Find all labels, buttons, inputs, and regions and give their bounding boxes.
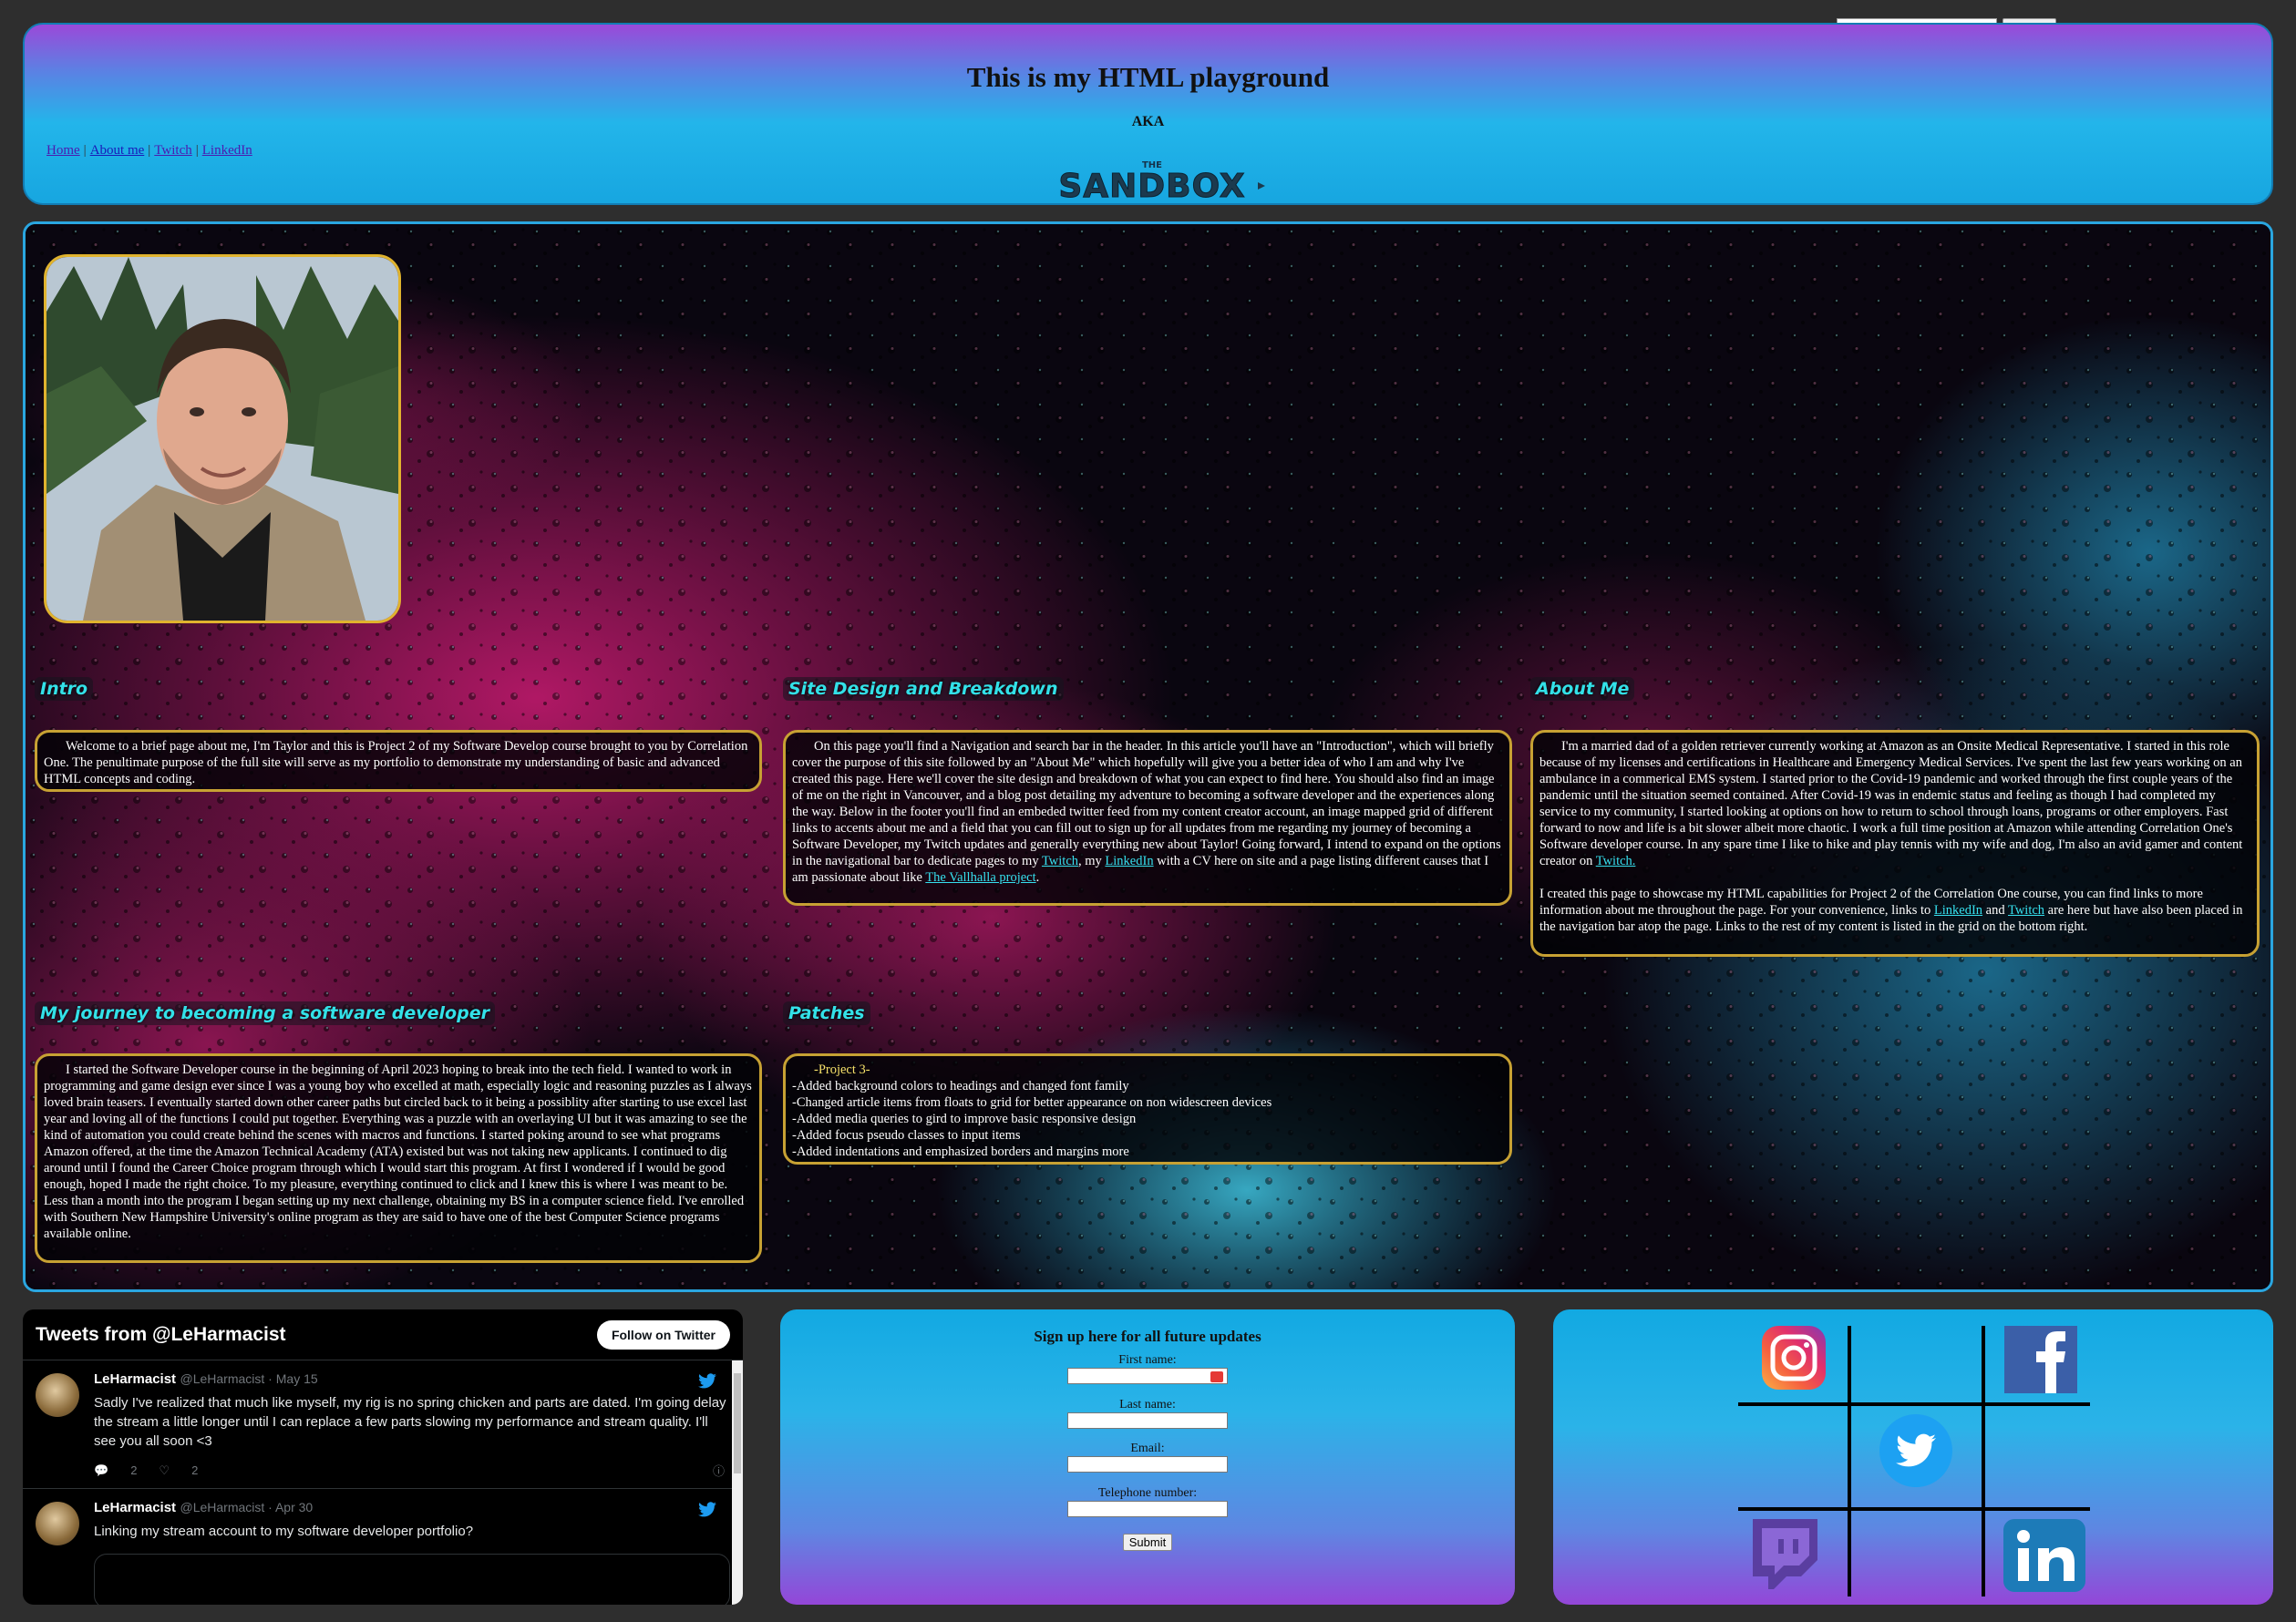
twitter-title: Tweets from @LeHarmacist bbox=[36, 1323, 286, 1345]
tweet-author: LeHarmacist bbox=[94, 1500, 177, 1515]
site-design-text-part: , my bbox=[1078, 854, 1106, 868]
social-grid-image bbox=[1738, 1326, 2090, 1596]
twitch-link[interactable]: Twitch bbox=[1042, 854, 1078, 868]
avatar bbox=[36, 1373, 79, 1417]
patch-item: -Changed article items from floats to gr… bbox=[792, 1095, 1272, 1110]
last-name-field[interactable] bbox=[1067, 1412, 1228, 1429]
first-name-field[interactable] bbox=[1067, 1368, 1228, 1384]
reply-icon[interactable]: 💬 bbox=[94, 1463, 108, 1478]
tweet-actions: 💬 2 ♡ 2 ⓘ bbox=[94, 1462, 730, 1479]
patches-heading: Patches bbox=[783, 1001, 870, 1025]
signup-form: Sign up here for all future updates Firs… bbox=[780, 1309, 1515, 1605]
linkedin-icon[interactable] bbox=[2003, 1519, 2085, 1592]
twitter-header: Tweets from @LeHarmacist Follow on Twitt… bbox=[23, 1309, 743, 1360]
linkedin-link[interactable]: LinkedIn bbox=[1934, 903, 1982, 918]
telephone-field[interactable] bbox=[1067, 1500, 1228, 1517]
about-me-paragraph-1: I'm a married dad of a golden retriever … bbox=[1539, 738, 2250, 869]
about-me-box: I'm a married dad of a golden retriever … bbox=[1530, 730, 2260, 957]
vallhalla-project-link[interactable]: The Vallhalla project bbox=[925, 870, 1035, 885]
tweet-date: May 15 bbox=[275, 1371, 318, 1386]
social-links-grid bbox=[1553, 1309, 2273, 1605]
site-design-text: On this page you'll find a Navigation an… bbox=[792, 738, 1503, 886]
reply-count: 2 bbox=[130, 1463, 138, 1477]
about-me-text: and bbox=[1982, 903, 2008, 918]
linkedin-link[interactable]: LinkedIn bbox=[1105, 854, 1153, 868]
main-article: Intro Welcome to a brief page about me, … bbox=[23, 221, 2273, 1292]
twitter-icon[interactable] bbox=[1879, 1414, 1952, 1487]
telephone-label: Telephone number: bbox=[1097, 1485, 1198, 1500]
about-me-heading: About Me bbox=[1530, 677, 1635, 701]
signup-title: Sign up here for all future updates bbox=[1034, 1328, 1261, 1345]
site-design-text-part: On this page you'll find a Navigation an… bbox=[792, 739, 1501, 868]
twitch-link[interactable]: Twitch bbox=[2008, 903, 2044, 918]
follow-on-twitter-button[interactable]: Follow on Twitter bbox=[596, 1319, 730, 1350]
twitter-bird-icon bbox=[698, 1502, 716, 1517]
tweet-text: Sadly I've realized that much like mysel… bbox=[94, 1395, 726, 1449]
intro-text: Welcome to a brief page about me, I'm Ta… bbox=[44, 739, 748, 786]
nav-linkedin[interactable]: LinkedIn bbox=[202, 143, 252, 159]
page-title: This is my HTML playground bbox=[966, 61, 1330, 93]
twitter-feed[interactable]: Tweets from @LeHarmacist Follow on Twitt… bbox=[23, 1309, 743, 1605]
instagram-icon[interactable] bbox=[1762, 1326, 1826, 1390]
intro-heading: Intro bbox=[35, 677, 94, 701]
intro-box: Welcome to a brief page about me, I'm Ta… bbox=[35, 730, 762, 792]
about-me-paragraph-2: I created this page to showcase my HTML … bbox=[1539, 886, 2250, 935]
profile-photo bbox=[44, 254, 401, 623]
tweet-text: Linking my stream account to my software… bbox=[94, 1524, 474, 1539]
tweet-date: Apr 30 bbox=[274, 1500, 314, 1514]
first-name-wrapper bbox=[1067, 1368, 1228, 1385]
journey-heading: My journey to becoming a software develo… bbox=[35, 1001, 495, 1025]
avatar bbox=[36, 1502, 79, 1545]
patch-item: -Added indentations and emphasized borde… bbox=[792, 1145, 1129, 1159]
patch-item: -Added media queries to gird to improve … bbox=[792, 1112, 1137, 1126]
email-field[interactable] bbox=[1067, 1456, 1228, 1473]
tweet-handle: @LeHarmacist bbox=[180, 1500, 265, 1514]
site-design-heading: Site Design and Breakdown bbox=[783, 677, 1064, 701]
info-icon[interactable]: ⓘ bbox=[713, 1462, 725, 1479]
nav-twitch[interactable]: Twitch bbox=[154, 143, 191, 159]
twitch-link[interactable]: Twitch. bbox=[1596, 854, 1636, 868]
svg-text:SANDBOX: SANDBOX bbox=[1058, 168, 1245, 200]
tweet[interactable]: LeHarmacist @LeHarmacist · May 15 Sadly … bbox=[23, 1360, 743, 1489]
nav-bar: Home | About me | Twitch | LinkedIn bbox=[46, 143, 252, 159]
tweet[interactable]: LeHarmacist @LeHarmacist · Apr 30 Linkin… bbox=[23, 1489, 743, 1605]
patch-item: -Added background colors to headings and… bbox=[792, 1079, 1129, 1093]
like-count: 2 bbox=[191, 1463, 199, 1477]
nav-home[interactable]: Home bbox=[46, 143, 80, 159]
scrollbar-thumb[interactable] bbox=[734, 1373, 741, 1473]
last-name-label: Last name: bbox=[1119, 1397, 1176, 1412]
site-header: This is my HTML playground AKA Home | Abo… bbox=[23, 23, 2273, 205]
patch-item: -Added focus pseudo classes to input ite… bbox=[792, 1128, 1021, 1143]
tweet-handle: @LeHarmacist bbox=[180, 1371, 265, 1386]
patches-project-label: -Project 3- bbox=[814, 1063, 870, 1077]
first-name-label: First name: bbox=[1118, 1353, 1177, 1367]
tweet-author: LeHarmacist bbox=[94, 1371, 177, 1387]
autofill-icon[interactable] bbox=[1210, 1371, 1223, 1382]
twitter-bird-icon bbox=[698, 1373, 716, 1389]
nav-about-me[interactable]: About me bbox=[90, 143, 145, 159]
site-design-text-part: . bbox=[1035, 870, 1040, 885]
journey-box: I started the Software Developer course … bbox=[35, 1053, 762, 1263]
email-label: Email: bbox=[1130, 1442, 1165, 1455]
scrollbar[interactable] bbox=[732, 1360, 743, 1605]
journey-text: I started the Software Developer course … bbox=[44, 1063, 752, 1241]
like-icon[interactable]: ♡ bbox=[159, 1463, 170, 1478]
tweet-embed-card[interactable] bbox=[94, 1554, 730, 1605]
patches-box: -Project 3- -Added background colors to … bbox=[783, 1053, 1512, 1165]
aka-label: AKA bbox=[1131, 114, 1165, 129]
site-design-box: On this page you'll find a Navigation an… bbox=[783, 730, 1512, 906]
sandbox-logo: THE SANDBOX bbox=[1058, 160, 1265, 200]
submit-button[interactable]: Submit bbox=[1122, 1534, 1173, 1551]
facebook-icon[interactable] bbox=[2004, 1326, 2077, 1393]
about-me-text: I'm a married dad of a golden retriever … bbox=[1539, 739, 2243, 868]
twitch-icon[interactable] bbox=[1753, 1519, 1817, 1589]
